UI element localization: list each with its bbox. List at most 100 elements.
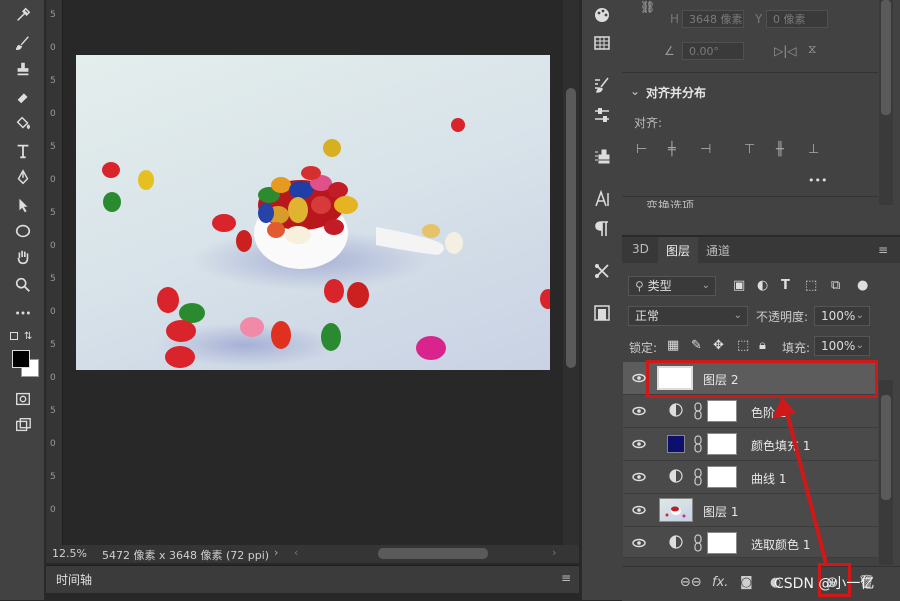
clone-stamp-icon[interactable] bbox=[10, 58, 36, 80]
tab-channels[interactable]: 通道 bbox=[706, 242, 730, 259]
mask-link-icon[interactable] bbox=[693, 534, 703, 552]
layer-mask-thumbnail[interactable] bbox=[707, 532, 737, 554]
timeline-menu-icon[interactable]: ≡ bbox=[561, 571, 571, 585]
align-distribute-header[interactable]: 对齐并分布 bbox=[646, 84, 706, 101]
chevron-down-icon: ⌄ bbox=[855, 310, 864, 321]
zoom-icon[interactable] bbox=[10, 274, 36, 296]
filter-toggle-icon[interactable]: ● bbox=[857, 278, 868, 293]
flip-horizontal-icon[interactable]: ▷|◁ bbox=[774, 44, 797, 58]
tab-3d[interactable]: 3D bbox=[632, 242, 649, 256]
screen-mode-icon[interactable] bbox=[10, 414, 36, 436]
link-chain-icon[interactable]: ⛓ bbox=[640, 0, 655, 14]
align-label: 对齐: bbox=[634, 116, 663, 130]
paint-bucket-icon[interactable] bbox=[10, 112, 36, 134]
adjustments-sliders-icon[interactable] bbox=[590, 104, 614, 126]
color-palette-icon[interactable] bbox=[590, 4, 614, 26]
clone-source-icon[interactable] bbox=[590, 146, 614, 168]
collapsed-section-header[interactable]: 变换选项 bbox=[646, 200, 694, 208]
filter-shape-icon[interactable]: ⬚ bbox=[805, 278, 817, 293]
align-top-edges-icon[interactable]: ⊤ bbox=[744, 142, 755, 157]
visibility-eye-icon[interactable] bbox=[631, 436, 647, 452]
filter-pixel-icon[interactable]: ▣ bbox=[733, 278, 745, 293]
ellipse-icon[interactable] bbox=[10, 220, 36, 242]
more-options-button[interactable]: ••• bbox=[808, 174, 827, 187]
zoom-level[interactable]: 12.5% bbox=[52, 547, 87, 560]
ruler-number: 5 bbox=[50, 76, 56, 86]
mask-link-icon[interactable] bbox=[693, 402, 703, 420]
align-right-edges-icon[interactable]: ⊣ bbox=[700, 142, 711, 157]
lock-position-icon[interactable]: ✥ bbox=[713, 338, 724, 353]
swatches-grid-icon[interactable] bbox=[590, 32, 614, 54]
eraser-icon[interactable] bbox=[10, 86, 36, 108]
tool-presets-icon[interactable] bbox=[590, 260, 614, 282]
visibility-eye-icon[interactable] bbox=[631, 535, 647, 551]
filter-kind-select[interactable]: ⚲ 类型 ⌄ bbox=[628, 276, 716, 296]
lock-all-icon[interactable]: 🔒︎ bbox=[759, 338, 766, 353]
canvas-scroll-thumb[interactable] bbox=[566, 88, 576, 368]
lock-transparent-icon[interactable]: ▦ bbox=[667, 338, 679, 353]
filter-smart-object-icon[interactable]: ⧉ bbox=[831, 278, 840, 293]
height-field[interactable]: 3648 像素 bbox=[682, 10, 744, 28]
lock-icons: ▦ ✎ ✥ ⬚ 🔒︎ bbox=[667, 338, 777, 354]
align-bottom-edges-icon[interactable]: ⊥ bbox=[808, 142, 819, 157]
align-horizontal-centers-icon[interactable]: ╪ bbox=[668, 142, 676, 157]
visibility-eye-icon[interactable] bbox=[631, 502, 647, 518]
swap-colors-icon[interactable]: ⇅ bbox=[10, 332, 36, 344]
paragraph-icon[interactable] bbox=[590, 218, 614, 240]
y-field[interactable]: 0 像素 bbox=[766, 10, 828, 28]
lock-artboard-icon[interactable]: ⬚ bbox=[737, 338, 749, 353]
layer-style-fx-icon[interactable]: fx. bbox=[712, 575, 728, 590]
blend-mode-select[interactable]: 正常 ⌄ bbox=[628, 306, 748, 326]
layer-mask-thumbnail[interactable] bbox=[707, 400, 737, 422]
layer-name[interactable]: 图层 1 bbox=[703, 503, 738, 520]
canvas-horizontal-scroll-thumb[interactable] bbox=[378, 548, 488, 559]
pen-icon[interactable] bbox=[10, 166, 36, 188]
document-image[interactable] bbox=[76, 55, 550, 370]
layers-scroll-thumb[interactable] bbox=[881, 395, 891, 500]
foreground-color-swatch[interactable] bbox=[12, 350, 30, 368]
filter-kind-value: 类型 bbox=[647, 279, 672, 293]
angle-field[interactable]: 0.00° bbox=[682, 42, 744, 60]
filter-adjustment-icon[interactable]: ◐ bbox=[757, 278, 768, 293]
link-layers-icon[interactable]: ⊖⊖ bbox=[680, 575, 702, 590]
visibility-eye-icon[interactable] bbox=[631, 403, 647, 419]
hscroll-left-icon[interactable]: ‹ bbox=[294, 546, 298, 559]
eyedropper-icon[interactable] bbox=[10, 4, 36, 26]
section-collapse-icon[interactable]: ⌄ bbox=[630, 84, 640, 98]
fill-color-swatch[interactable] bbox=[667, 435, 685, 453]
align-left-edges-icon[interactable]: ⊢ bbox=[636, 142, 647, 157]
fill-field[interactable]: 100% ⌄ bbox=[814, 336, 870, 356]
align-vertical-centers-icon[interactable]: ╫ bbox=[776, 142, 784, 157]
layer-mask-thumbnail[interactable] bbox=[707, 466, 737, 488]
ruler-number: 5 bbox=[50, 10, 56, 20]
more-tools-icon[interactable] bbox=[10, 302, 36, 324]
layer-filter-icons: ▣ ◐ T ⬚ ⧉ ● bbox=[733, 278, 873, 294]
properties-scroll-thumb[interactable] bbox=[881, 0, 891, 115]
add-mask-icon[interactable]: ◙ bbox=[740, 575, 753, 590]
brush-settings-icon[interactable] bbox=[590, 74, 614, 96]
type-icon[interactable] bbox=[10, 140, 36, 162]
timeline-tab[interactable]: 时间轴 bbox=[56, 571, 92, 588]
panel-menu-icon[interactable]: ≡ bbox=[878, 243, 888, 257]
filter-type-icon[interactable]: T bbox=[781, 278, 790, 293]
status-expand-icon[interactable]: › bbox=[274, 546, 278, 559]
tab-layers[interactable]: 图层 bbox=[658, 237, 699, 264]
visibility-eye-icon[interactable] bbox=[631, 469, 647, 485]
mask-link-icon[interactable] bbox=[693, 468, 703, 486]
quick-mask-icon[interactable] bbox=[10, 388, 36, 410]
path-select-icon[interactable] bbox=[10, 194, 36, 216]
character-icon[interactable] bbox=[590, 188, 614, 210]
artboard-icon[interactable] bbox=[590, 302, 614, 324]
lock-image-pixels-icon[interactable]: ✎ bbox=[691, 338, 702, 353]
brush-icon[interactable] bbox=[10, 32, 36, 54]
opacity-field[interactable]: 100% ⌄ bbox=[814, 306, 870, 326]
hand-icon[interactable] bbox=[10, 246, 36, 268]
layer-mask-thumbnail[interactable] bbox=[707, 433, 737, 455]
hscroll-right-icon[interactable]: › bbox=[552, 546, 556, 559]
chevron-down-icon: ⌄ bbox=[855, 340, 864, 351]
flip-vertical-icon[interactable]: ⧖ bbox=[808, 42, 816, 57]
visibility-eye-icon[interactable] bbox=[631, 370, 647, 386]
mask-link-icon[interactable] bbox=[693, 435, 703, 453]
ruler-number: 5 bbox=[50, 142, 56, 152]
document-info: 5472 像素 x 3648 像素 (72 ppi) bbox=[102, 549, 270, 562]
